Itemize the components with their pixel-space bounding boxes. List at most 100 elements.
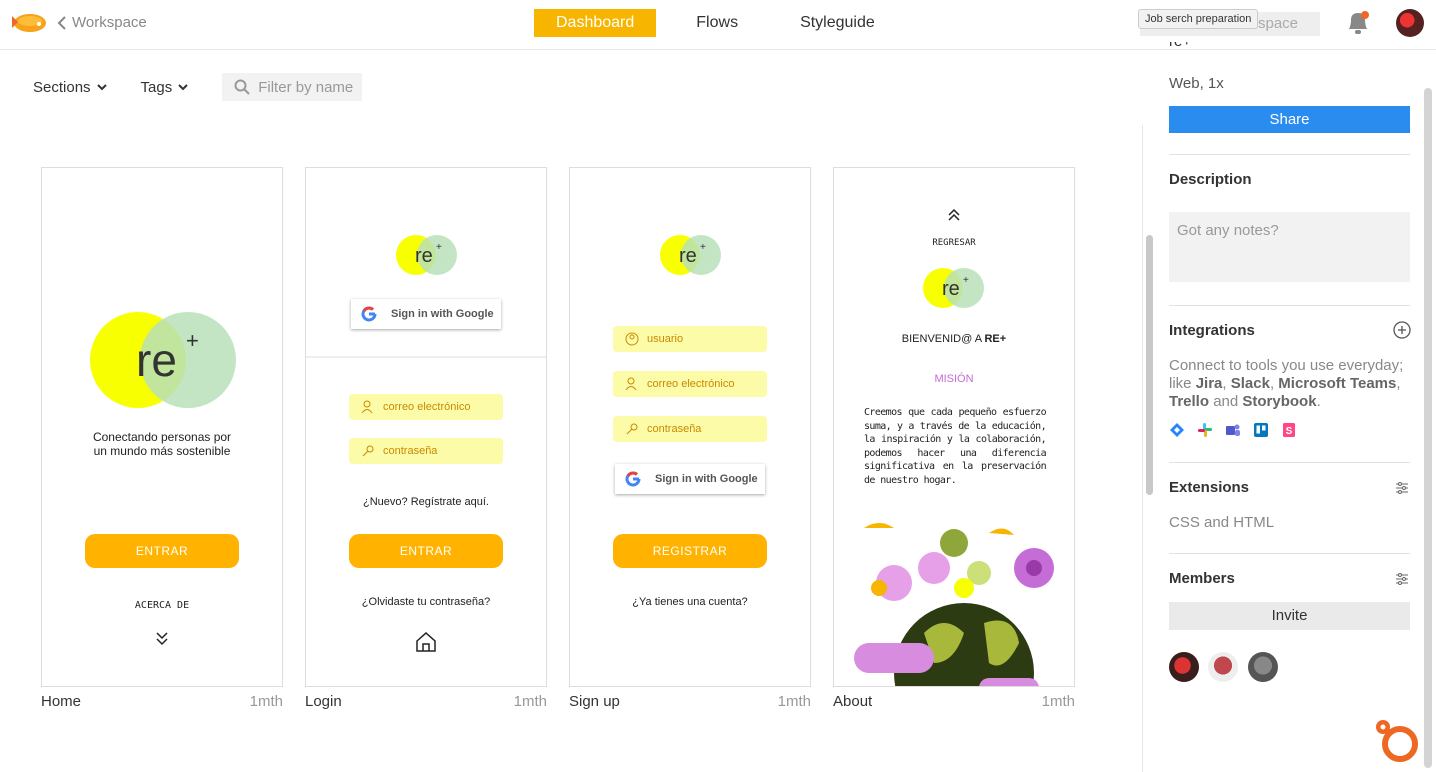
home-icon[interactable] — [415, 631, 437, 653]
tool-trello[interactable]: Trello — [1169, 393, 1209, 410]
screen-thumbnail[interactable]: re + Conectando personas por un mundo má… — [41, 167, 283, 687]
email-field[interactable]: correo electrónico — [349, 394, 503, 420]
screen-name[interactable]: Login — [305, 693, 342, 710]
settings-sliders-icon[interactable] — [1396, 573, 1408, 585]
have-account-link[interactable]: ¿Ya tienes una cuenta? — [570, 596, 810, 608]
sections-label: Sections — [33, 78, 91, 96]
main-tabs: Dashboard Flows Styleguide — [534, 9, 915, 37]
tool-slack[interactable]: Slack — [1231, 375, 1270, 392]
screen-name[interactable]: About — [833, 693, 872, 710]
slack-icon[interactable] — [1197, 422, 1213, 438]
key-icon — [362, 445, 374, 457]
screen-thumbnail[interactable]: re + usuario correo electrónico contrase… — [569, 167, 811, 687]
double-chevron-up-icon[interactable] — [947, 208, 961, 222]
svg-text:+: + — [963, 275, 969, 286]
about-link[interactable]: ACERCA DE — [42, 600, 282, 611]
notifications-bell-icon[interactable] — [1345, 9, 1371, 37]
invite-button[interactable]: Invite — [1169, 602, 1410, 630]
divider — [306, 356, 546, 358]
screen-thumbnail[interactable]: REGRESAR re + BIENVENID@ A RE+ MISIÓN Cr… — [833, 167, 1075, 687]
tool-jira[interactable]: Jira — [1196, 375, 1223, 392]
settings-sliders-icon[interactable] — [1396, 482, 1408, 494]
screen-thumbnail[interactable]: re + Sign in with Google correo electrón… — [305, 167, 547, 687]
project-sidebar: re+ Web, 1x Share Description Got any no… — [1157, 42, 1422, 772]
zeplin-logo-icon[interactable] — [8, 8, 48, 38]
filter-by-name-input[interactable]: Filter by name — [222, 73, 363, 101]
mission-heading: MISIÓN — [934, 373, 974, 385]
re-plus-logo: re + — [660, 235, 721, 275]
member-avatar[interactable] — [1169, 652, 1199, 682]
password-field[interactable]: contraseña — [613, 416, 767, 442]
filter-bar: Sections Tags Filter by name — [33, 73, 363, 101]
share-button[interactable]: Share — [1169, 106, 1410, 133]
password-field[interactable]: contraseña — [349, 438, 503, 464]
integrations-title: Integrations — [1169, 322, 1255, 339]
screen-card-login[interactable]: re + Sign in with Google correo electrón… — [305, 167, 547, 710]
sections-dropdown[interactable]: Sections — [33, 79, 107, 96]
integrations-and: and — [1213, 393, 1239, 410]
divider — [1169, 462, 1410, 463]
username-placeholder: usuario — [647, 333, 684, 345]
password-placeholder: contraseña — [647, 423, 702, 435]
re-plus-logo: re + — [396, 235, 457, 275]
forgot-password-link[interactable]: ¿Olvidaste tu contraseña? — [306, 596, 546, 608]
screen-name[interactable]: Home — [41, 693, 81, 710]
member-avatar[interactable] — [1208, 652, 1239, 682]
double-chevron-down-icon[interactable] — [155, 630, 169, 646]
member-avatar[interactable] — [1247, 652, 1278, 682]
svg-text:re: re — [679, 245, 697, 267]
description-notes-input[interactable]: Got any notes? — [1169, 212, 1410, 282]
enter-button[interactable]: ENTRAR — [349, 534, 503, 568]
extensions-value[interactable]: CSS and HTML — [1169, 514, 1410, 532]
jira-icon[interactable] — [1169, 422, 1185, 438]
screen-updated-time: 1mth — [513, 693, 547, 710]
svg-text:+: + — [186, 328, 199, 353]
integrations-like: like — [1169, 375, 1192, 392]
tab-dashboard[interactable]: Dashboard — [534, 9, 657, 37]
extensions-title: Extensions — [1169, 479, 1250, 496]
grid-scrollbar[interactable] — [1146, 235, 1153, 495]
tab-styleguide[interactable]: Styleguide — [778, 9, 897, 37]
tool-microsoft-teams[interactable]: Microsoft Teams — [1278, 375, 1396, 392]
integration-icons: S — [1169, 422, 1410, 438]
register-button[interactable]: REGISTRAR — [613, 534, 767, 568]
tool-storybook[interactable]: Storybook — [1242, 393, 1316, 410]
google-sign-in-button[interactable]: Sign in with Google — [615, 464, 765, 494]
user-avatar[interactable] — [1396, 9, 1424, 37]
add-circle-icon[interactable] — [1393, 321, 1411, 339]
enter-button[interactable]: ENTRAR — [85, 534, 239, 568]
username-field[interactable]: usuario — [613, 326, 767, 352]
help-lifebuoy-icon[interactable] — [1372, 716, 1418, 762]
screen-card-about[interactable]: REGRESAR re + BIENVENID@ A RE+ MISIÓN Cr… — [833, 167, 1075, 710]
screen-card-home[interactable]: re + Conectando personas por un mundo má… — [41, 167, 283, 710]
google-icon — [361, 306, 377, 322]
register-link[interactable]: ¿Nuevo? Regístrate aquí. — [306, 496, 546, 508]
microsoft-teams-icon[interactable] — [1225, 422, 1241, 438]
welcome-heading: BIENVENID@ A RE+ — [834, 333, 1074, 345]
earth-flowers-illustration — [854, 523, 1054, 686]
email-field[interactable]: correo electrónico — [613, 371, 767, 397]
back-link[interactable]: REGRESAR — [834, 238, 1074, 248]
members-title: Members — [1169, 570, 1235, 587]
screen-card-sign-up[interactable]: re + usuario correo electrónico contrase… — [569, 167, 811, 710]
tab-flows[interactable]: Flows — [674, 9, 760, 37]
divider — [1169, 553, 1410, 554]
storybook-icon[interactable]: S — [1281, 422, 1297, 438]
trello-icon[interactable] — [1253, 422, 1269, 438]
tags-dropdown[interactable]: Tags — [141, 79, 189, 96]
screen-name[interactable]: Sign up — [569, 693, 620, 710]
svg-text:re: re — [942, 278, 960, 300]
welcome-text: BIENVENID@ A — [901, 333, 982, 345]
platform-label: Web, 1x — [1169, 75, 1224, 92]
svg-text:S: S — [1286, 426, 1293, 437]
google-sign-in-button[interactable]: Sign in with Google — [351, 299, 501, 329]
brand-name: RE+ — [984, 333, 1007, 345]
screen-caption: Sign up 1mth — [569, 693, 811, 710]
back-to-workspace-link[interactable]: Workspace — [56, 14, 147, 31]
back-label: Workspace — [72, 14, 147, 31]
svg-text:+: + — [436, 242, 442, 253]
screen-caption: Home 1mth — [41, 693, 283, 710]
sidebar-scrollbar[interactable] — [1424, 88, 1432, 768]
tagline-line-2: un mundo más sostenible — [93, 444, 231, 458]
chevron-down-icon — [96, 84, 107, 91]
